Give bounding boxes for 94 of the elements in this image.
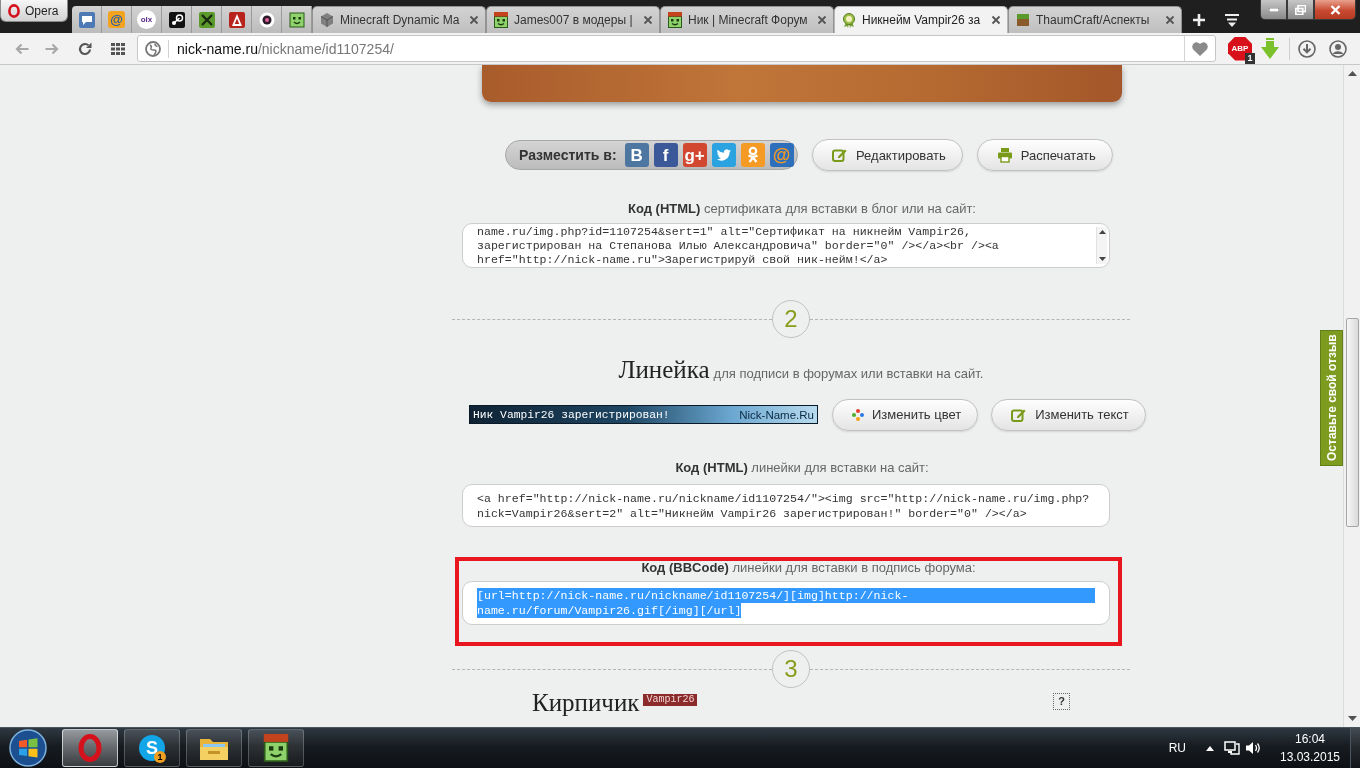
o-ring-icon — [8, 3, 20, 18]
share-label: Разместить в: — [519, 147, 617, 163]
restore-button[interactable] — [1287, 0, 1314, 20]
cube-icon — [319, 12, 335, 28]
browser-tab[interactable]: Minecraft Dynamic Ma — [312, 6, 486, 33]
up-triangle-icon[interactable] — [1206, 745, 1214, 751]
browser-tab[interactable]: Ник | Minecraft Форум — [660, 6, 834, 33]
pencil-square-icon — [832, 147, 848, 163]
close-icon[interactable] — [643, 15, 653, 25]
edit-button[interactable]: Редактировать — [812, 139, 963, 171]
menu-icon[interactable] — [1224, 12, 1240, 27]
color-button[interactable]: Изменить цвет — [832, 398, 979, 431]
minimize-icon — [1268, 7, 1279, 12]
browser-tab[interactable]: ThaumCraft/Аспекты — [1008, 6, 1182, 33]
at-sign-tile: @ — [108, 11, 125, 28]
count-badge: 1 — [1245, 52, 1255, 64]
pinned-tab[interactable]: olx — [132, 6, 162, 33]
section-title: Линейка — [618, 355, 710, 385]
address-field[interactable]: nick-name.ru/nickname/id1107254/ — [137, 35, 1216, 62]
triangle-tile-icon — [228, 11, 245, 28]
step-number: 2 — [772, 300, 810, 338]
network-icon[interactable] — [1224, 740, 1240, 756]
share-link[interactable] — [711, 143, 736, 167]
rosette-icon — [841, 12, 857, 28]
help-button[interactable]: ? — [1053, 693, 1070, 710]
code-label: Код (HTML) линейки для вставки на сайт: — [674, 460, 930, 476]
restore-icon — [1295, 4, 1306, 15]
opera-menu-button[interactable]: Opera — [0, 0, 68, 22]
code-label: Код (HTML) сертификата для вставки в блог или на сайт: — [627, 201, 977, 217]
pixel-face-hat-icon — [493, 12, 509, 28]
text-logo-disc: olx — [137, 10, 156, 29]
pinned-tab[interactable] — [192, 6, 222, 33]
banner-text: Ник Vampir26 зарегистрирован! — [473, 408, 670, 421]
code-label: Код (BBCode) линейки для вставки в подпись форума: — [640, 561, 977, 575]
close-icon[interactable] — [1165, 15, 1175, 25]
pinned-tab[interactable] — [222, 6, 252, 33]
globe-icon — [145, 40, 161, 57]
dots-icon — [852, 408, 864, 421]
figure-icon — [745, 146, 760, 164]
scrollbar[interactable] — [1343, 65, 1360, 727]
show-desktop-button[interactable] — [1350, 728, 1360, 768]
pixel-face-icon — [288, 11, 305, 28]
language-indicator[interactable]: RU — [1168, 741, 1186, 755]
pinned-tab[interactable] — [162, 6, 192, 33]
clock-time[interactable]: 16:04 — [1275, 730, 1345, 748]
up-arrow-icon — [1098, 230, 1106, 234]
code-textarea[interactable]: name.ru/img.php?id=1107254&sert=1" alt="Сертификат на никнейм Vampir26, зарегистрирован на Степанова Илью Александровича" border="0" /></a><br /><a href="http://nick-name.ru">Зарегистрируй свой ник-нейм!</a> — [462, 223, 1110, 268]
pixel-face-hat-icon — [667, 12, 683, 28]
printer-icon — [996, 147, 1013, 163]
up-arrow-icon — [1347, 71, 1357, 76]
print-button[interactable]: Распечатать — [976, 139, 1113, 171]
minimize-button[interactable] — [1260, 0, 1287, 20]
browser-tab[interactable]: James007 в модеры | — [486, 6, 660, 33]
taskbar-button[interactable] — [62, 729, 118, 767]
scrollbar-thumb[interactable] — [1345, 318, 1359, 527]
step-number: 3 — [772, 650, 810, 688]
speaker-icon[interactable] — [1245, 740, 1261, 756]
share-link[interactable]: В — [624, 143, 649, 167]
down-arrow-icon — [1347, 716, 1357, 721]
close-icon[interactable] — [991, 15, 1001, 25]
browser-tab[interactable]: Никнейм Vampir26 за — [834, 6, 1008, 33]
crossed-swords-icon — [198, 11, 215, 28]
section-subtitle: для подписи в форумах или вставки на сайт. — [713, 366, 984, 381]
clock-date[interactable]: 13.03.2015 — [1275, 748, 1345, 766]
down-arrow-icon — [1098, 257, 1106, 261]
name-badge: Vampir26 — [643, 694, 698, 706]
bird-icon — [715, 147, 732, 163]
heart-icon — [1191, 40, 1209, 57]
close-window-button[interactable] — [1314, 0, 1356, 20]
taskbar-button[interactable] — [248, 729, 304, 767]
speech-bubble-icon — [78, 11, 95, 28]
grass-block-icon — [1015, 12, 1031, 28]
taskbar-button[interactable] — [186, 729, 242, 767]
edit-button[interactable]: Изменить текст — [991, 398, 1146, 431]
grid-icon[interactable] — [110, 40, 126, 57]
rod-and-rings-icon — [168, 11, 185, 28]
code-textarea[interactable]: <a href="http://nick-name.ru/nickname/id1107254/"><img src="http://nick-name.ru/img.php? nick=Vampir26&sert=2" alt="Никнейм Vampir26 зарегистрирован!" border="0" /></a> — [462, 484, 1110, 527]
scrollbar[interactable] — [1096, 227, 1107, 264]
close-icon[interactable] — [469, 15, 479, 25]
reload-icon[interactable] — [77, 40, 93, 57]
close-icon — [1329, 4, 1341, 15]
start-orb-icon[interactable] — [8, 728, 48, 768]
share-link[interactable]: f — [653, 143, 678, 167]
banner-brand: Nick-Name.Ru — [739, 408, 814, 421]
plus-icon[interactable] — [1192, 12, 1206, 27]
pinned-tab[interactable] — [252, 6, 282, 33]
close-icon[interactable] — [817, 15, 827, 25]
pixel-face-hat-icon — [262, 734, 290, 762]
o-ring-icon — [78, 734, 102, 762]
eye-icon — [258, 11, 275, 28]
account-icon[interactable] — [1329, 39, 1347, 58]
download-icon[interactable] — [1298, 39, 1316, 58]
share-link[interactable]: g+ — [682, 143, 707, 167]
section-title: Кирпичик — [532, 689, 640, 717]
